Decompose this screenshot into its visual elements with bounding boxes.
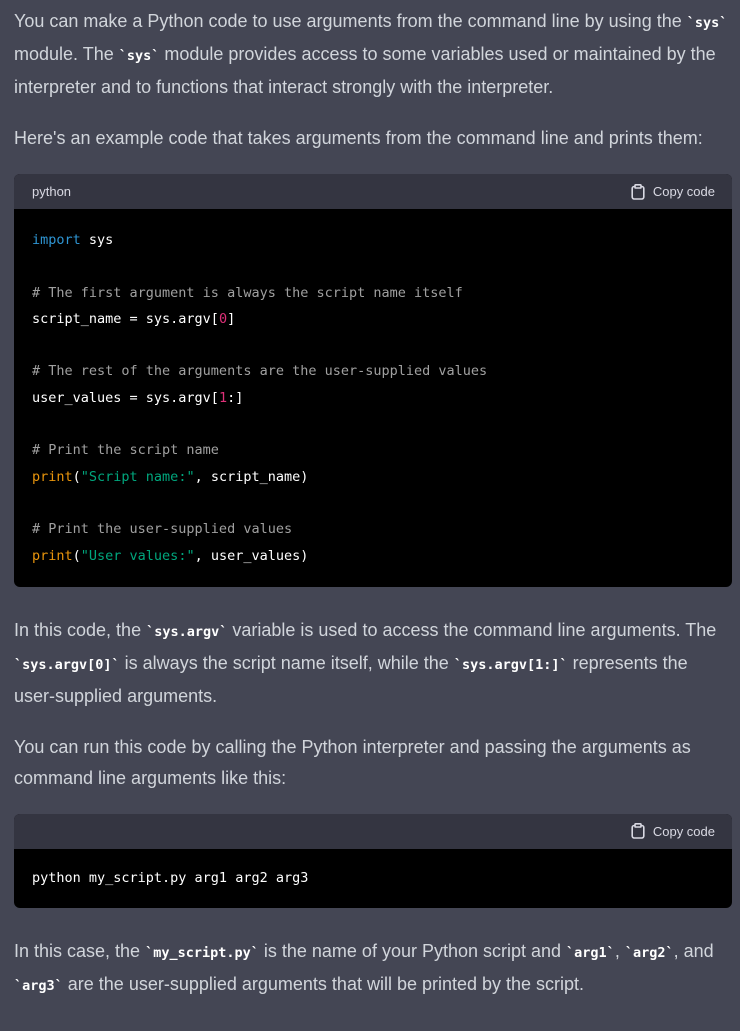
inline-code: `sys.argv[0]` <box>14 656 120 673</box>
paragraph-run: You can run this code by calling the Pyt… <box>14 736 691 788</box>
copy-code-label: Copy code <box>652 184 715 199</box>
copy-code-button[interactable]: Copy code <box>631 174 715 209</box>
assistant-message: You can make a Python code to use argume… <box>0 0 740 1002</box>
copy-code-button[interactable]: Copy code <box>631 814 715 849</box>
code-language-label: python <box>32 184 72 199</box>
inline-code: `arg3` <box>14 978 63 995</box>
inline-code: `arg2` <box>624 945 674 962</box>
inline-code: `sys.argv` <box>146 623 228 640</box>
paragraph-explanation: In this code, the `sys.argv` variable is… <box>14 619 717 706</box>
code-content: python my_script.py arg1 arg2 arg3 <box>32 869 309 886</box>
inline-code: `sys` <box>118 48 160 64</box>
copy-code-label: Copy code <box>652 823 715 839</box>
clipboard-icon <box>631 823 645 840</box>
paragraph-conclusion: In this case, the `my_script.py` is the … <box>14 941 714 995</box>
paragraph-example: Here's an example code that takes argume… <box>14 128 703 148</box>
code-content: import sys # The first argument is alway… <box>32 232 488 564</box>
code-block-python: python Copy code import sys # The first … <box>14 174 732 587</box>
inline-code: `my_script.py` <box>145 945 259 962</box>
code-block-header: python Copy code <box>14 174 732 209</box>
code-block-header: Copy code <box>14 813 732 849</box>
paragraph-intro: You can make a Python code to use argume… <box>14 11 728 97</box>
inline-code: `arg1` <box>566 945 615 962</box>
code-block-shell: Copy code python my_script.py arg1 arg2 … <box>14 813 732 909</box>
inline-code: `sys` <box>686 15 728 31</box>
clipboard-icon <box>631 183 645 200</box>
inline-code: `sys.argv[1:]` <box>453 656 568 673</box>
